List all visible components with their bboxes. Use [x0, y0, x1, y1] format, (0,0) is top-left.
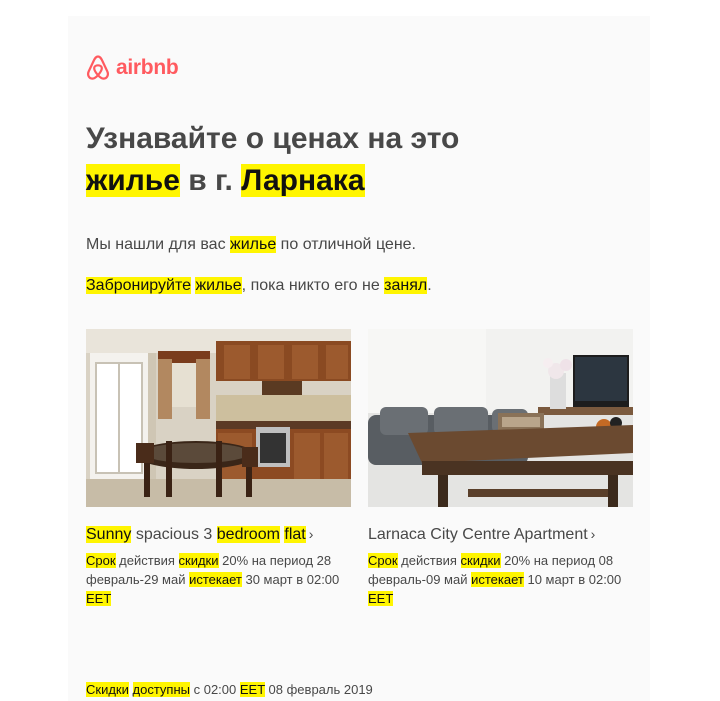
airbnb-belo-icon [87, 55, 109, 80]
text-segment: Мы нашли для вас [86, 236, 231, 253]
highlighted-text: истекает [471, 572, 524, 587]
footer-note: Скидки доступны с 02:00 EET 08 февраль 2… [86, 681, 373, 699]
highlighted-text: Скидки [86, 682, 129, 697]
text-segment: . [427, 277, 432, 294]
highlighted-text: жилье [195, 277, 242, 294]
highlighted-text: EET [86, 591, 112, 606]
highlighted-text: доступны [132, 682, 190, 697]
text-segment: действия [115, 553, 179, 568]
living-room-photo[interactable] [368, 329, 633, 507]
highlighted-text: занял [384, 277, 428, 294]
highlighted-text: Срок [368, 553, 398, 568]
highlighted-text: Забронируйте [86, 277, 191, 294]
text-segment: в г. [179, 164, 242, 197]
text-segment: spacious 3 [131, 526, 217, 543]
listing-title[interactable]: Larnaca City Centre Apartment › [368, 523, 638, 546]
text-segment: с 02:00 [189, 682, 240, 697]
highlighted-text: жилье [230, 236, 277, 253]
brand-name: airbnb [116, 56, 179, 79]
highlighted-text: Sunny [86, 526, 132, 543]
text-segment: Узнавайте о ценах на это [86, 122, 460, 155]
chevron-right-icon: › [590, 526, 596, 542]
highlighted-text: истекает [189, 572, 242, 587]
highlighted-text: скидки [178, 553, 219, 568]
headline: Узнавайте о ценах на это жилье в г. Ларн… [86, 118, 546, 202]
airbnb-logo[interactable]: airbnb [86, 55, 179, 81]
highlighted-text: EET [368, 591, 394, 606]
listing-discount-info: Срок действия скидки 20% на период 28 фе… [86, 551, 356, 608]
highlighted-text: Срок [86, 553, 116, 568]
listing-card[interactable]: Sunny spacious 3 bedroom flat › Срок дейс… [86, 329, 356, 608]
intro-text: Мы нашли для вас жилье по отличной цене. [86, 234, 416, 256]
highlighted-text: flat [284, 526, 306, 543]
cta-text: Забронируйте жилье, пока никто его не за… [86, 275, 432, 297]
text-segment: 08 февраль 2019 [264, 682, 373, 697]
text-segment: 10 март в 02:00 [523, 572, 622, 587]
text-segment [129, 682, 133, 697]
listing-card[interactable]: Larnaca City Centre Apartment › Срок дейс… [368, 329, 638, 608]
highlighted-text: EET [239, 682, 265, 697]
listing-discount-info: Срок действия скидки 20% на период 08 фе… [368, 551, 638, 608]
text-segment: 30 март в 02:00 [241, 572, 340, 587]
chevron-right-icon: › [308, 526, 314, 542]
text-segment: Larnaca City Centre Apartment [368, 526, 588, 543]
highlighted-text: bedroom [216, 526, 280, 543]
highlighted-text: скидки [460, 553, 501, 568]
text-segment: по отличной цене. [276, 236, 416, 253]
highlighted-text: жилье [86, 164, 180, 197]
listing-title[interactable]: Sunny spacious 3 bedroom flat › [86, 523, 356, 546]
text-segment: , пока никто его не [241, 277, 385, 294]
highlighted-text: Ларнака [241, 164, 365, 197]
kitchen-photo[interactable] [86, 329, 351, 507]
text-segment: действия [397, 553, 461, 568]
